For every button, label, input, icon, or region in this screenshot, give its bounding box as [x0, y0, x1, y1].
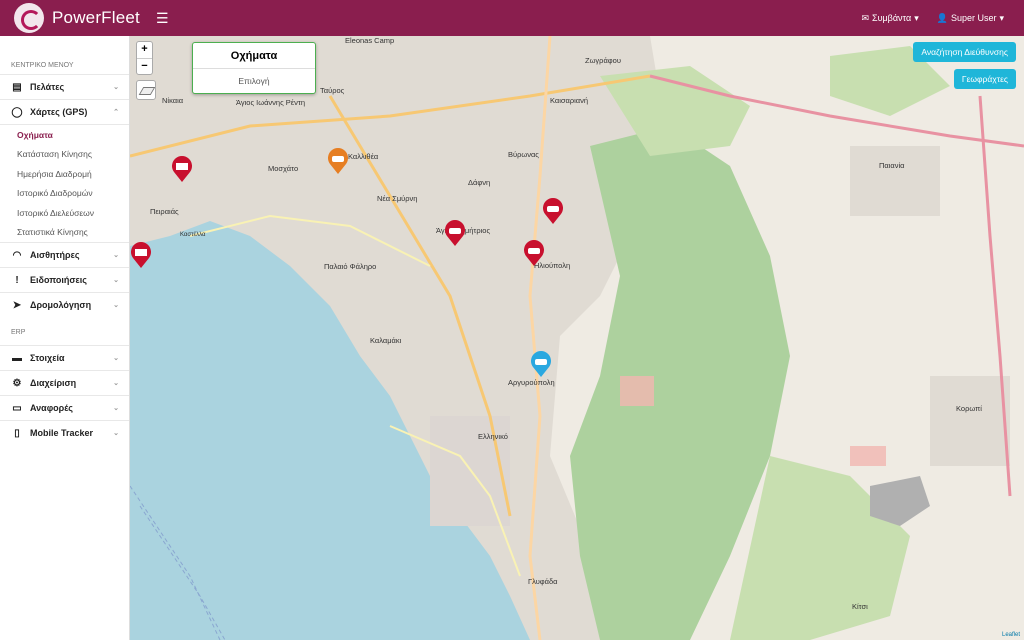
address-search-button[interactable]: Αναζήτηση Διεύθυνσης	[913, 42, 1016, 62]
vehicles-panel: Οχήματα Επιλογή	[192, 42, 316, 94]
place-label: Καλαμάκι	[370, 336, 402, 345]
mobile-phone-icon: ▯	[14, 427, 20, 439]
place-label: Καισαριανή	[550, 96, 589, 105]
place-label: Νίκαια	[162, 96, 184, 105]
chevron-up-icon: ⌃	[113, 109, 119, 116]
events-label: Συμβάντα	[872, 13, 912, 23]
place-label: Δάφνη	[468, 178, 491, 187]
chevron-down-icon: ⌄	[113, 380, 119, 387]
user-label: Super User	[950, 13, 997, 23]
sidebar-item-data[interactable]: ▬ Στοιχεία ⌄	[0, 345, 129, 370]
map-view[interactable]: Eleonas Camp Ζωγράφου Νίκαια Άγιος Ιωάνν…	[130, 36, 1024, 640]
place-label: Άγιος Ιωάννης Ρέντη	[236, 98, 306, 107]
subitem-movement-stats[interactable]: Στατιστικά Κίνησης	[0, 223, 129, 243]
gauge-icon: ◠	[12, 249, 22, 261]
sidebar-item-label: Δρομολόγηση	[30, 300, 92, 310]
map-tiles	[130, 36, 1024, 640]
chevron-down-icon: ⌄	[113, 405, 119, 412]
subitem-passage-history[interactable]: Ιστορικό Διελεύσεων	[0, 203, 129, 223]
sidebar-item-management[interactable]: ⚙ Διαχείριση ⌄	[0, 370, 129, 395]
chevron-down-icon: ⌄	[113, 430, 119, 437]
chevron-down-icon: ⌄	[113, 84, 119, 91]
chevron-down-icon: ⌄	[113, 355, 119, 362]
hamburger-menu-icon[interactable]: ☰	[156, 10, 169, 27]
sidebar-item-customers[interactable]: ▤ Πελάτες ⌄	[0, 74, 129, 99]
vehicle-marker-car[interactable]	[542, 198, 564, 224]
vehicle-marker-car[interactable]	[523, 240, 545, 266]
subitem-traffic-status[interactable]: Κατάσταση Κίνησης	[0, 145, 129, 165]
monitor-icon: ▭	[12, 402, 22, 414]
place-label: Κορωπί	[956, 404, 982, 413]
sidebar-item-label: Χάρτες (GPS)	[30, 107, 88, 117]
sidebar-item-notifications[interactable]: ! Ειδοποιήσεις ⌄	[0, 267, 129, 292]
user-dropdown[interactable]: 👤 Super User ▾	[937, 13, 1004, 24]
sidebar-item-routing[interactable]: ➤ Δρομολόγηση ⌄	[0, 292, 129, 317]
chevron-down-icon: ▾	[914, 12, 919, 23]
vehicle-marker-truck[interactable]	[130, 242, 152, 268]
chevron-down-icon: ▾	[999, 12, 1004, 23]
sidebar-item-label: Διαχείριση	[30, 378, 77, 388]
place-label: Ζωγράφου	[585, 56, 621, 65]
vehicles-select-button[interactable]: Επιλογή	[193, 69, 315, 93]
vehicle-marker-truck[interactable]	[171, 156, 193, 182]
sidebar-item-label: Αναφορές	[30, 403, 73, 413]
user-icon: 👤	[936, 12, 948, 23]
place-label: Βύρωνας	[508, 150, 539, 159]
sidebar-item-sensors[interactable]: ◠ Αισθητήρες ⌄	[0, 242, 129, 267]
sidebar-item-mobile-tracker[interactable]: ▯ Mobile Tracker ⌄	[0, 420, 129, 445]
sidebar: ΚΕΝΤΡΙΚΟ ΜΕΝΟΥ ▤ Πελάτες ⌄ ◯ Χάρτες (GPS…	[0, 36, 130, 640]
place-label: Ταύρος	[320, 86, 345, 95]
chevron-down-icon: ⌄	[113, 277, 119, 284]
place-label: Κίτσι	[852, 602, 868, 611]
map-icon: ▤	[12, 81, 22, 93]
leaflet-attribution-link[interactable]: Leaflet	[1002, 632, 1020, 638]
sidebar-item-reports[interactable]: ▭ Αναφορές ⌄	[0, 395, 129, 420]
place-label: Γλυφάδα	[528, 577, 558, 586]
zoom-control: + −	[136, 41, 153, 75]
zoom-out-button[interactable]: −	[137, 58, 152, 74]
vehicle-marker-car[interactable]	[444, 220, 466, 246]
place-label: Eleonas Camp	[345, 36, 395, 45]
truck-icon: ▬	[12, 352, 22, 364]
main-menu-heading: ΚΕΝΤΡΙΚΟ ΜΕΝΟΥ	[11, 62, 74, 69]
exclamation-icon: !	[15, 274, 19, 286]
sidebar-item-label: Αισθητήρες	[30, 250, 80, 260]
place-label: Πειραιάς	[150, 207, 179, 216]
top-navbar: PowerFleet ☰ ✉ Συμβάντα ▾ 👤 Super User ▾	[0, 0, 1024, 36]
globe-icon: ◯	[11, 106, 23, 118]
vehicle-marker-car[interactable]	[530, 351, 552, 377]
chevron-down-icon: ⌄	[113, 252, 119, 259]
vehicle-marker-car[interactable]	[327, 148, 349, 174]
gps-submenu: Οχήματα Κατάσταση Κίνησης Ημερήσια Διαδρ…	[0, 124, 129, 242]
sidebar-item-label: Mobile Tracker	[30, 428, 94, 438]
events-dropdown[interactable]: ✉ Συμβάντα ▾	[861, 13, 918, 24]
place-label: Αργυρούπολη	[508, 378, 555, 387]
zoom-in-button[interactable]: +	[137, 42, 152, 58]
location-arrow-icon: ➤	[12, 299, 22, 311]
subitem-vehicles[interactable]: Οχήματα	[0, 125, 129, 145]
powerfleet-logo-icon	[14, 3, 44, 33]
sidebar-item-maps-gps[interactable]: ◯ Χάρτες (GPS) ⌃	[0, 99, 129, 124]
geofences-button[interactable]: Γεωφράχτες	[953, 69, 1016, 89]
layers-icon[interactable]	[136, 80, 156, 100]
vehicles-panel-title: Οχήματα	[193, 43, 315, 69]
place-label: Καλλιθέα	[348, 152, 379, 161]
chevron-down-icon: ⌄	[113, 302, 119, 309]
place-label: Καστέλλα	[180, 232, 206, 238]
envelope-icon: ✉	[861, 12, 869, 23]
subitem-route-history[interactable]: Ιστορικό Διαδρομών	[0, 184, 129, 204]
subitem-daily-route[interactable]: Ημερήσια Διαδρομή	[0, 164, 129, 184]
erp-heading: ERP	[11, 329, 26, 336]
place-label: Παλαιό Φάληρο	[324, 262, 377, 271]
sidebar-item-label: Πελάτες	[30, 82, 65, 92]
place-label: Νέα Σμύρνη	[377, 194, 418, 203]
brand-name: PowerFleet	[52, 8, 140, 27]
sidebar-item-label: Ειδοποιήσεις	[30, 275, 87, 285]
place-label: Μοσχάτο	[268, 164, 299, 173]
gear-icon: ⚙	[12, 377, 22, 389]
place-label: Ελληνικό	[478, 432, 508, 441]
place-label: Παιανία	[879, 161, 905, 170]
sidebar-item-label: Στοιχεία	[30, 353, 65, 363]
